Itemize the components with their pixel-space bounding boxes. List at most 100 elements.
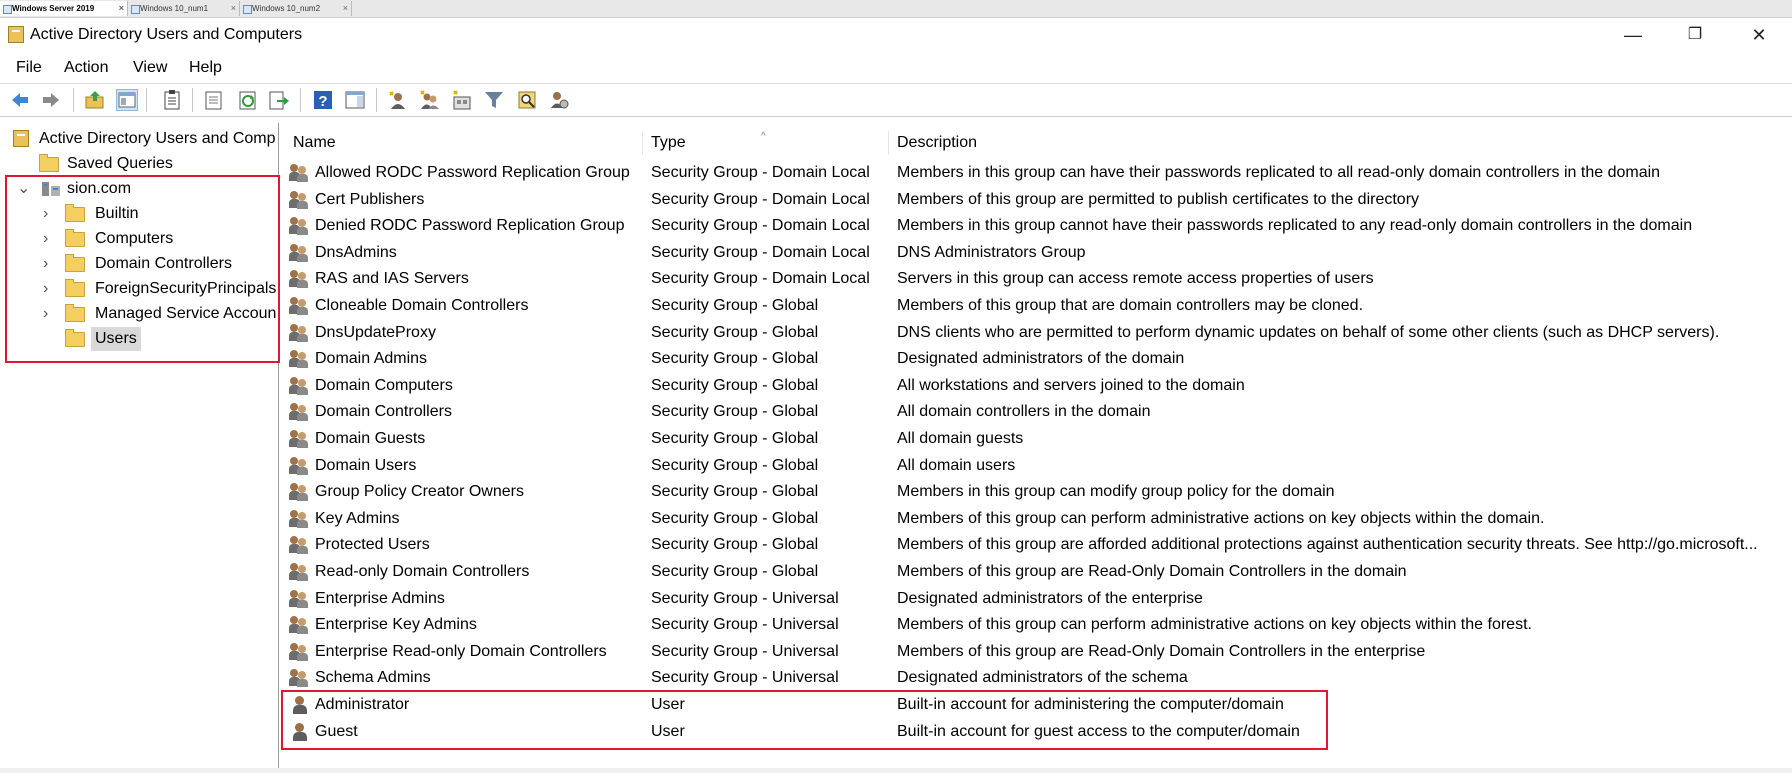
cell-description: Members in this group can have their pas… xyxy=(897,164,1661,181)
group-icon xyxy=(289,483,309,501)
show-action-pane-icon[interactable] xyxy=(344,89,366,111)
close-icon[interactable]: × xyxy=(119,1,124,16)
table-row[interactable]: Domain Controllers Security Group - Globa… xyxy=(280,399,1792,425)
table-row[interactable]: Denied RODC Password Replication Group Se… xyxy=(280,213,1792,239)
tree-node-domain-controllers[interactable]: › Domain Controllers xyxy=(11,252,279,276)
tree-node-foreign-security-principals[interactable]: › ForeignSecurityPrincipals xyxy=(11,277,279,301)
chevron-right-icon[interactable]: › xyxy=(43,202,48,226)
restore-button[interactable]: ❐ xyxy=(1672,21,1718,49)
minimize-button[interactable]: — xyxy=(1610,21,1656,49)
vm-tab-windows-10-num2[interactable]: Windows 10_num2 × xyxy=(240,1,352,16)
cell-name: Enterprise Key Admins xyxy=(315,616,477,633)
menu-help[interactable]: Help xyxy=(189,59,222,77)
clipboard-icon[interactable] xyxy=(161,89,183,111)
table-row[interactable]: Schema Admins Security Group - Universal D… xyxy=(280,665,1792,691)
cell-name: Denied RODC Password Replication Group xyxy=(315,217,625,234)
show-hide-console-tree-icon[interactable] xyxy=(116,89,138,111)
table-row[interactable]: Cert Publishers Security Group - Domain L… xyxy=(280,187,1792,213)
column-header-type[interactable]: Type ^ xyxy=(651,131,881,155)
table-row[interactable]: Domain Guests Security Group - Global All … xyxy=(280,426,1792,452)
forward-arrow-icon[interactable] xyxy=(40,89,62,111)
add-to-group-icon[interactable] xyxy=(548,89,570,111)
close-icon[interactable]: × xyxy=(231,1,236,16)
toolbar: ? xyxy=(0,83,1792,117)
close-window-button[interactable]: ✕ xyxy=(1736,21,1782,49)
horizontal-scrollbar[interactable] xyxy=(0,768,1792,773)
column-header-description[interactable]: Description xyxy=(897,131,1297,155)
cell-name: Schema Admins xyxy=(315,669,431,686)
menu-action[interactable]: Action xyxy=(64,59,108,77)
table-row[interactable]: Domain Computers Security Group - Global A… xyxy=(280,373,1792,399)
group-icon xyxy=(289,217,309,235)
tree-node-builtin[interactable]: › Builtin xyxy=(11,202,279,226)
table-row[interactable]: Protected Users Security Group - Global Me… xyxy=(280,532,1792,558)
filter-icon[interactable] xyxy=(483,89,505,111)
properties-icon[interactable] xyxy=(203,89,225,111)
cell-type: Security Group - Global xyxy=(651,377,819,394)
chevron-right-icon[interactable]: › xyxy=(43,252,48,276)
new-user-icon[interactable] xyxy=(387,89,409,111)
column-header-name[interactable]: Name xyxy=(293,131,593,155)
folder-icon xyxy=(39,154,59,172)
cell-description: All domain controllers in the domain xyxy=(897,403,1151,420)
tree-node-saved-queries[interactable]: Saved Queries xyxy=(11,152,279,176)
close-icon[interactable]: × xyxy=(343,1,348,16)
chevron-right-icon[interactable]: › xyxy=(43,277,48,301)
toolbar-separator xyxy=(376,88,377,112)
tree-node-sion-com[interactable]: ⌄ sion.com xyxy=(11,177,279,201)
table-row[interactable]: RAS and IAS Servers Security Group - Doma… xyxy=(280,266,1792,292)
tree-node-managed-service-accounts[interactable]: › Managed Service Accoun xyxy=(11,302,279,326)
refresh-icon[interactable] xyxy=(237,89,259,111)
cell-description: Built-in account for guest access to the… xyxy=(897,723,1300,740)
cell-name: Domain Controllers xyxy=(315,403,452,420)
help-icon[interactable]: ? xyxy=(312,89,334,111)
group-icon xyxy=(289,270,309,288)
menu-view[interactable]: View xyxy=(133,59,167,77)
cell-name: RAS and IAS Servers xyxy=(315,270,469,287)
vm-tab-windows-server-2019[interactable]: Windows Server 2019 × xyxy=(0,1,128,16)
menu-file[interactable]: File xyxy=(16,59,42,77)
table-row[interactable]: Group Policy Creator Owners Security Grou… xyxy=(280,479,1792,505)
export-list-icon[interactable] xyxy=(268,89,290,111)
find-icon[interactable] xyxy=(516,89,538,111)
group-icon xyxy=(289,191,309,209)
cell-type: Security Group - Global xyxy=(651,403,819,420)
tree-node-computers[interactable]: › Computers xyxy=(11,227,279,251)
cell-description: Members of this group can perform admini… xyxy=(897,616,1532,633)
tree-node-users[interactable]: Users xyxy=(11,327,279,351)
table-row[interactable]: Administrator User Built-in account for ad… xyxy=(280,692,1792,718)
table-row[interactable]: Allowed RODC Password Replication Group S… xyxy=(280,160,1792,186)
table-row[interactable]: Enterprise Admins Security Group - Univer… xyxy=(280,586,1792,612)
new-group-icon[interactable] xyxy=(419,89,441,111)
table-row[interactable]: Domain Users Security Group - Global All d… xyxy=(280,453,1792,479)
cell-name: Enterprise Admins xyxy=(315,590,445,607)
table-row[interactable]: Enterprise Read-only Domain Controllers S… xyxy=(280,639,1792,665)
cell-name: Enterprise Read-only Domain Controllers xyxy=(315,643,607,660)
cell-name: Protected Users xyxy=(315,536,430,553)
table-row[interactable]: Key Admins Security Group - Global Members… xyxy=(280,506,1792,532)
table-row[interactable]: DnsAdmins Security Group - Domain Local DN… xyxy=(280,240,1792,266)
group-icon xyxy=(289,164,309,182)
svg-text:?: ? xyxy=(318,93,327,110)
user-icon xyxy=(291,723,309,741)
table-row[interactable]: Enterprise Key Admins Security Group - Un… xyxy=(280,612,1792,638)
vm-tab-windows-10-num1[interactable]: Windows 10_num1 × xyxy=(128,1,240,16)
table-row[interactable]: Guest User Built-in account for guest acce… xyxy=(280,719,1792,745)
up-folder-icon[interactable] xyxy=(84,89,106,111)
chevron-right-icon[interactable]: › xyxy=(43,302,48,326)
cell-description: Designated administrators of the domain xyxy=(897,350,1185,367)
tree-root-aduc[interactable]: Active Directory Users and Comp xyxy=(11,127,279,151)
cell-description: Designated administrators of the enterpr… xyxy=(897,590,1203,607)
back-arrow-icon[interactable] xyxy=(9,89,31,111)
column-divider[interactable] xyxy=(888,131,889,155)
new-ou-icon[interactable] xyxy=(451,89,473,111)
chevron-right-icon[interactable]: › xyxy=(43,227,48,251)
table-row[interactable]: Cloneable Domain Controllers Security Gro… xyxy=(280,293,1792,319)
table-row[interactable]: Domain Admins Security Group - Global Desi… xyxy=(280,346,1792,372)
chevron-down-icon[interactable]: ⌄ xyxy=(17,177,30,201)
table-row[interactable]: DnsUpdateProxy Security Group - Global DNS… xyxy=(280,320,1792,346)
column-divider[interactable] xyxy=(642,131,643,155)
toolbar-separator xyxy=(192,88,193,112)
table-row[interactable]: Read-only Domain Controllers Security Gro… xyxy=(280,559,1792,585)
user-icon xyxy=(291,696,309,714)
